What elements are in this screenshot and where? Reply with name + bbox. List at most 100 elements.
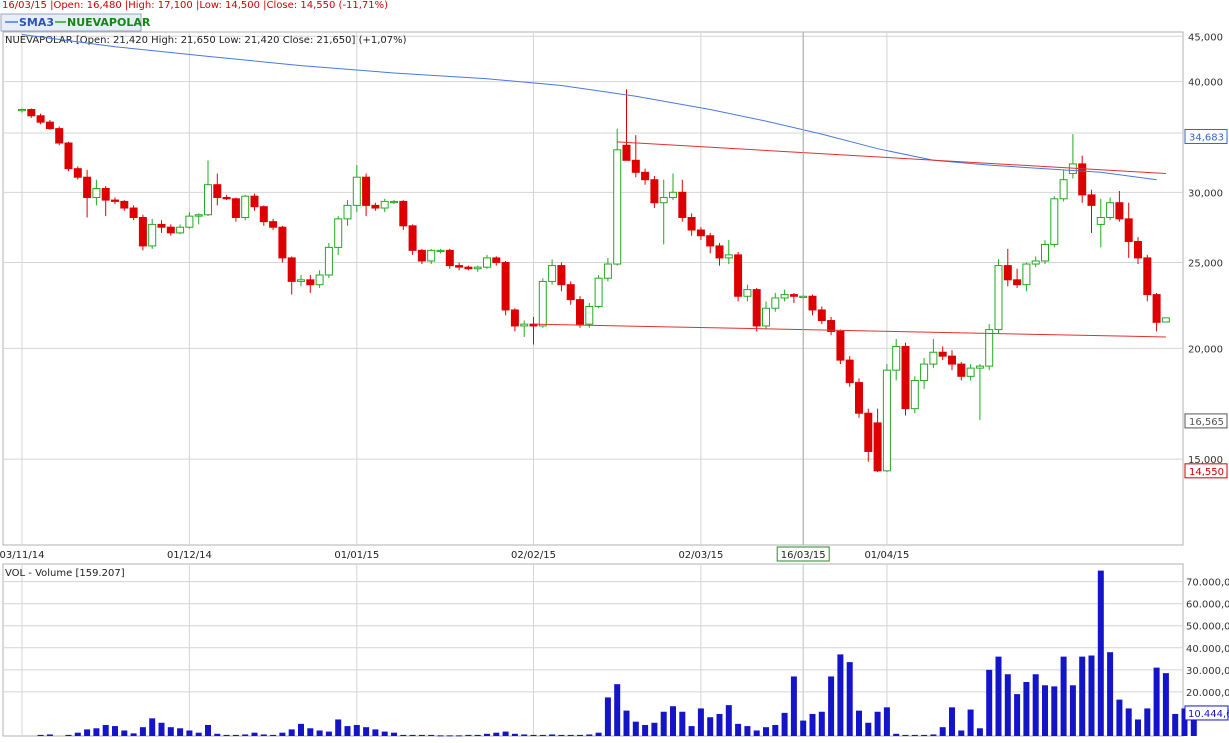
volume-bar[interactable] [744, 726, 751, 736]
volume-bar[interactable] [930, 734, 937, 736]
volume-bar[interactable] [1172, 713, 1179, 736]
volume-bar[interactable] [865, 722, 872, 736]
candle-body[interactable] [455, 265, 464, 268]
candle-body[interactable] [241, 195, 250, 219]
candle-body[interactable] [1022, 263, 1031, 286]
candle-body[interactable] [222, 196, 231, 200]
candle-body[interactable] [882, 369, 891, 472]
candle-body[interactable] [417, 249, 426, 262]
candle-body[interactable] [464, 266, 473, 270]
volume-bar[interactable] [976, 728, 983, 736]
volume-bar[interactable] [428, 734, 435, 736]
candle-body[interactable] [1031, 260, 1040, 265]
candle-body[interactable] [622, 144, 631, 161]
volume-bar[interactable] [1079, 656, 1086, 736]
volume-bar[interactable] [391, 732, 397, 736]
volume-bar[interactable] [921, 734, 928, 736]
volume-bar[interactable] [604, 697, 611, 736]
volume-bar[interactable] [223, 734, 230, 736]
volume-bar[interactable] [1042, 685, 1048, 736]
candle-body[interactable] [538, 280, 547, 327]
volume-bar[interactable] [251, 732, 258, 736]
candle-body[interactable] [259, 206, 268, 223]
volume-bar[interactable] [1069, 685, 1076, 736]
candle-body[interactable] [427, 249, 436, 262]
candle-body[interactable] [1143, 257, 1152, 296]
candle-body[interactable] [855, 382, 863, 414]
volume-bar[interactable] [353, 724, 360, 736]
candle-body[interactable] [324, 246, 333, 276]
volume-bar[interactable] [493, 732, 500, 736]
volume-bar[interactable] [1051, 686, 1058, 736]
volume-bar[interactable] [530, 734, 537, 736]
volume-bar[interactable] [958, 730, 965, 736]
candle-body[interactable] [910, 379, 919, 410]
volume-bar[interactable] [642, 724, 649, 736]
candle-body[interactable] [45, 121, 54, 130]
volume-bar[interactable] [1088, 655, 1095, 736]
volume-bar[interactable] [484, 733, 490, 736]
volume-bar[interactable] [177, 728, 184, 736]
candle-body[interactable] [352, 176, 361, 206]
candle-body[interactable] [1003, 265, 1012, 281]
volume-bar[interactable] [465, 734, 472, 736]
candle-body[interactable] [957, 363, 966, 377]
volume-bar[interactable] [623, 710, 630, 736]
candle-body[interactable] [836, 330, 845, 361]
candle-body[interactable] [390, 200, 398, 204]
candle-body[interactable] [371, 204, 380, 209]
candle-body[interactable] [492, 257, 501, 263]
volume-bar[interactable] [1153, 667, 1160, 736]
volume-bar[interactable] [902, 734, 909, 736]
volume-bar[interactable] [1125, 708, 1132, 736]
volume-bar[interactable] [195, 732, 202, 736]
candle-body[interactable] [603, 263, 612, 279]
candle-body[interactable] [920, 363, 929, 381]
volume-bar[interactable] [549, 734, 556, 736]
candle-body[interactable] [734, 254, 743, 297]
candle-body[interactable] [204, 184, 212, 216]
candle-body[interactable] [101, 187, 110, 201]
candle-body[interactable] [1096, 217, 1105, 225]
candle-body[interactable] [678, 191, 687, 219]
volume-bar[interactable] [567, 734, 574, 736]
candle-body[interactable] [362, 176, 371, 206]
volume-bar[interactable] [837, 654, 844, 736]
candle-body[interactable] [585, 305, 594, 325]
volume-bar[interactable] [995, 656, 1002, 736]
volume-bar[interactable] [772, 724, 779, 736]
volume-bar[interactable] [753, 730, 760, 736]
candle-body[interactable] [399, 200, 408, 227]
volume-bar[interactable] [883, 707, 890, 736]
candle-body[interactable] [706, 235, 715, 247]
candle-body[interactable] [576, 299, 584, 325]
candle-body[interactable] [892, 345, 901, 371]
candle-body[interactable] [780, 294, 789, 299]
candle-body[interactable] [789, 294, 798, 297]
candle-body[interactable] [408, 225, 417, 251]
candle-body[interactable] [194, 214, 203, 217]
candle-body[interactable] [176, 226, 185, 234]
volume-bar[interactable] [1097, 570, 1104, 736]
candle-body[interactable] [817, 309, 826, 322]
candle-body[interactable] [752, 289, 761, 327]
candle-body[interactable] [1087, 194, 1096, 206]
volume-bar[interactable] [828, 676, 835, 736]
volume-bar[interactable] [586, 734, 593, 736]
volume-bar[interactable] [651, 722, 658, 736]
volume-bar[interactable] [856, 710, 862, 736]
volume-bar[interactable] [102, 724, 109, 736]
volume-bar[interactable] [939, 727, 946, 736]
candle-body[interactable] [436, 249, 445, 253]
volume-bar[interactable] [149, 718, 156, 736]
volume-bar[interactable] [139, 727, 146, 736]
volume-bar[interactable] [1014, 694, 1021, 736]
candle-body[interactable] [929, 351, 938, 365]
volume-bar[interactable] [679, 711, 686, 736]
candle-body[interactable] [111, 199, 119, 202]
candle-body[interactable] [901, 345, 910, 410]
volume-bar[interactable] [186, 730, 193, 736]
candle-body[interactable] [631, 159, 640, 173]
volume-bar[interactable] [818, 711, 825, 736]
volume-bar[interactable] [74, 732, 81, 736]
